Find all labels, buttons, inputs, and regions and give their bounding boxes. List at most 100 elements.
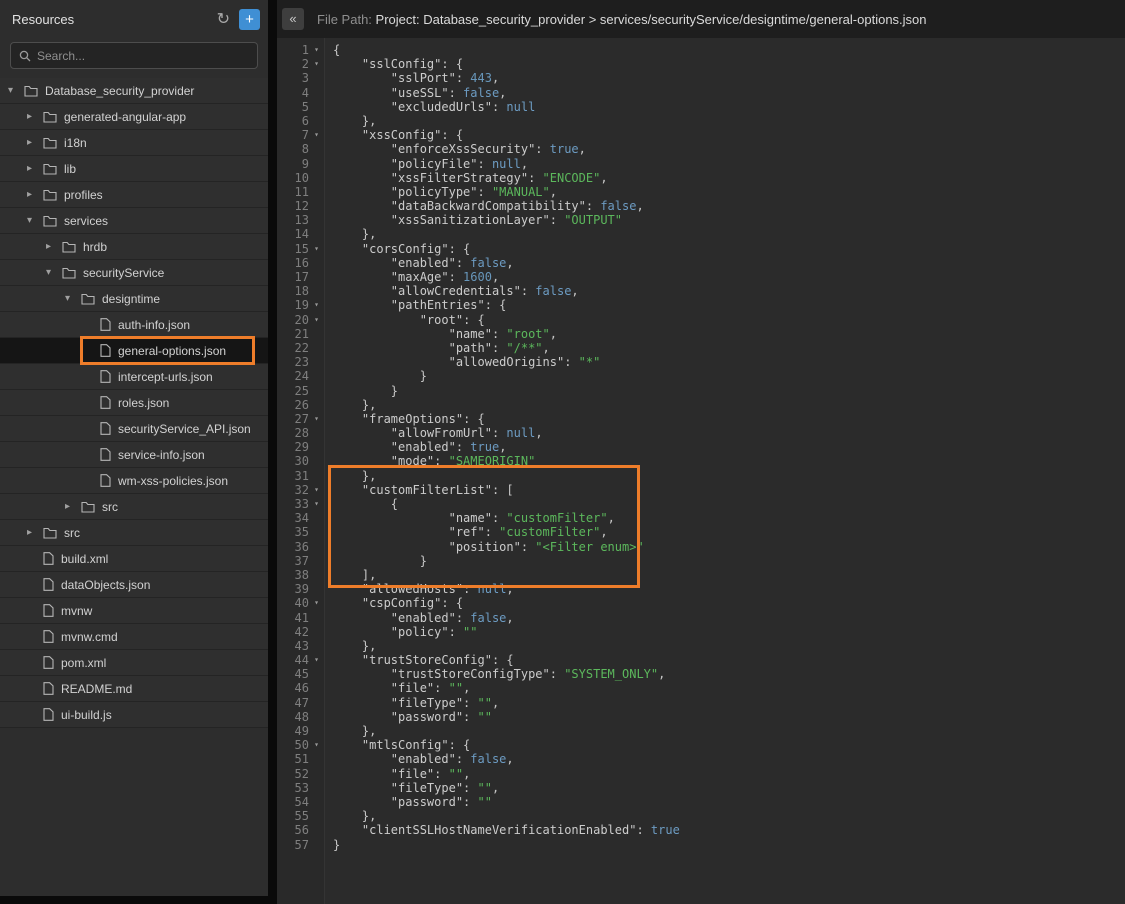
fold-arrow-icon[interactable]: ▾ (309, 313, 324, 327)
code-line-11[interactable]: "policyType": "MANUAL", (333, 185, 1125, 199)
tree-folder-designtime[interactable]: ▾designtime (0, 286, 268, 312)
fold-arrow-icon[interactable]: ▾ (309, 596, 324, 610)
tree-file-README.md[interactable]: README.md (0, 676, 268, 702)
tree-folder-src[interactable]: ▸src (0, 494, 268, 520)
code-line-3[interactable]: "sslPort": 443, (333, 71, 1125, 85)
refresh-icon[interactable]: ↻ (217, 9, 230, 29)
code-pane[interactable]: { "sslConfig": { "sslPort": 443, "useSSL… (325, 38, 1125, 904)
code-line-45[interactable]: "trustStoreConfigType": "SYSTEM_ONLY", (333, 667, 1125, 681)
fold-arrow-icon[interactable]: ▾ (309, 653, 324, 667)
code-line-23[interactable]: "allowedOrigins": "*" (333, 355, 1125, 369)
code-line-19[interactable]: "pathEntries": { (333, 298, 1125, 312)
code-line-32[interactable]: "customFilterList": [ (333, 483, 1125, 497)
code-line-40[interactable]: "cspConfig": { (333, 596, 1125, 610)
search-box[interactable] (10, 42, 258, 69)
fold-arrow-icon[interactable]: ▾ (309, 497, 324, 511)
collapse-panel-button[interactable]: « (282, 8, 304, 30)
tree-file-service-info.json[interactable]: service-info.json (0, 442, 268, 468)
code-line-54[interactable]: "password": "" (333, 795, 1125, 809)
tree-folder-src[interactable]: ▸src (0, 520, 268, 546)
code-line-57[interactable]: } (333, 838, 1125, 852)
tree-file-build.xml[interactable]: build.xml (0, 546, 268, 572)
code-line-4[interactable]: "useSSL": false, (333, 86, 1125, 100)
search-input[interactable] (37, 49, 249, 63)
fold-arrow-icon[interactable]: ▾ (309, 242, 324, 256)
code-line-9[interactable]: "policyFile": null, (333, 157, 1125, 171)
code-line-47[interactable]: "fileType": "", (333, 696, 1125, 710)
code-line-51[interactable]: "enabled": false, (333, 752, 1125, 766)
code-line-14[interactable]: }, (333, 227, 1125, 241)
code-line-49[interactable]: }, (333, 724, 1125, 738)
chevron-down-icon[interactable]: ▾ (46, 267, 62, 278)
code-line-42[interactable]: "policy": "" (333, 625, 1125, 639)
fold-arrow-icon[interactable]: ▾ (309, 298, 324, 312)
code-line-44[interactable]: "trustStoreConfig": { (333, 653, 1125, 667)
code-line-35[interactable]: "ref": "customFilter", (333, 525, 1125, 539)
code-line-36[interactable]: "position": "<Filter enum>" (333, 540, 1125, 554)
tree-file-auth-info.json[interactable]: auth-info.json (0, 312, 268, 338)
code-line-20[interactable]: "root": { (333, 313, 1125, 327)
code-line-25[interactable]: } (333, 384, 1125, 398)
code-line-27[interactable]: "frameOptions": { (333, 412, 1125, 426)
chevron-right-icon[interactable]: ▸ (65, 501, 81, 512)
tree-folder-generated-angular-app[interactable]: ▸generated-angular-app (0, 104, 268, 130)
add-resource-button[interactable]: + (239, 9, 260, 30)
code-line-1[interactable]: { (333, 43, 1125, 57)
code-line-39[interactable]: "allowedHosts": null, (333, 582, 1125, 596)
code-line-12[interactable]: "dataBackwardCompatibility": false, (333, 199, 1125, 213)
code-line-16[interactable]: "enabled": false, (333, 256, 1125, 270)
code-line-53[interactable]: "fileType": "", (333, 781, 1125, 795)
code-line-41[interactable]: "enabled": false, (333, 611, 1125, 625)
tree-folder-hrdb[interactable]: ▸hrdb (0, 234, 268, 260)
tree-file-roles.json[interactable]: roles.json (0, 390, 268, 416)
fold-arrow-icon[interactable]: ▾ (309, 43, 324, 57)
code-line-10[interactable]: "xssFilterStrategy": "ENCODE", (333, 171, 1125, 185)
chevron-right-icon[interactable]: ▸ (27, 189, 43, 200)
code-line-2[interactable]: "sslConfig": { (333, 57, 1125, 71)
tree-folder-services[interactable]: ▾services (0, 208, 268, 234)
code-line-37[interactable]: } (333, 554, 1125, 568)
code-line-5[interactable]: "excludedUrls": null (333, 100, 1125, 114)
fold-arrow-icon[interactable]: ▾ (309, 483, 324, 497)
code-line-6[interactable]: }, (333, 114, 1125, 128)
code-line-30[interactable]: "mode": "SAMEORIGIN" (333, 454, 1125, 468)
tree-file-dataObjects.json[interactable]: dataObjects.json (0, 572, 268, 598)
tree-file-intercept-urls.json[interactable]: intercept-urls.json (0, 364, 268, 390)
code-line-24[interactable]: } (333, 369, 1125, 383)
tree-folder-profiles[interactable]: ▸profiles (0, 182, 268, 208)
tree-folder-Database_security_provider[interactable]: ▾Database_security_provider (0, 78, 268, 104)
chevron-right-icon[interactable]: ▸ (27, 111, 43, 122)
code-line-8[interactable]: "enforceXssSecurity": true, (333, 142, 1125, 156)
code-line-55[interactable]: }, (333, 809, 1125, 823)
fold-arrow-icon[interactable]: ▾ (309, 412, 324, 426)
code-line-15[interactable]: "corsConfig": { (333, 242, 1125, 256)
chevron-down-icon[interactable]: ▾ (65, 293, 81, 304)
chevron-right-icon[interactable]: ▸ (27, 527, 43, 538)
tree-file-pom.xml[interactable]: pom.xml (0, 650, 268, 676)
code-line-28[interactable]: "allowFromUrl": null, (333, 426, 1125, 440)
code-line-33[interactable]: { (333, 497, 1125, 511)
code-line-17[interactable]: "maxAge": 1600, (333, 270, 1125, 284)
tree-file-general-options.json[interactable]: general-options.json (0, 338, 268, 364)
chevron-right-icon[interactable]: ▸ (27, 163, 43, 174)
fold-arrow-icon[interactable]: ▾ (309, 128, 324, 142)
code-line-50[interactable]: "mtlsConfig": { (333, 738, 1125, 752)
code-line-34[interactable]: "name": "customFilter", (333, 511, 1125, 525)
tree-folder-lib[interactable]: ▸lib (0, 156, 268, 182)
code-line-31[interactable]: }, (333, 469, 1125, 483)
code-line-21[interactable]: "name": "root", (333, 327, 1125, 341)
vertical-scrollbar-track[interactable] (268, 0, 277, 904)
tree-file-ui-build.js[interactable]: ui-build.js (0, 702, 268, 728)
code-line-46[interactable]: "file": "", (333, 681, 1125, 695)
tree-file-securityService_API.json[interactable]: securityService_API.json (0, 416, 268, 442)
code-line-38[interactable]: ], (333, 568, 1125, 582)
chevron-right-icon[interactable]: ▸ (46, 241, 62, 252)
fold-arrow-icon[interactable]: ▾ (309, 57, 324, 71)
tree-file-mvnw.cmd[interactable]: mvnw.cmd (0, 624, 268, 650)
chevron-down-icon[interactable]: ▾ (27, 215, 43, 226)
tree-folder-i18n[interactable]: ▸i18n (0, 130, 268, 156)
code-line-22[interactable]: "path": "/**", (333, 341, 1125, 355)
tree-file-wm-xss-policies.json[interactable]: wm-xss-policies.json (0, 468, 268, 494)
chevron-down-icon[interactable]: ▾ (8, 85, 24, 96)
code-line-7[interactable]: "xssConfig": { (333, 128, 1125, 142)
